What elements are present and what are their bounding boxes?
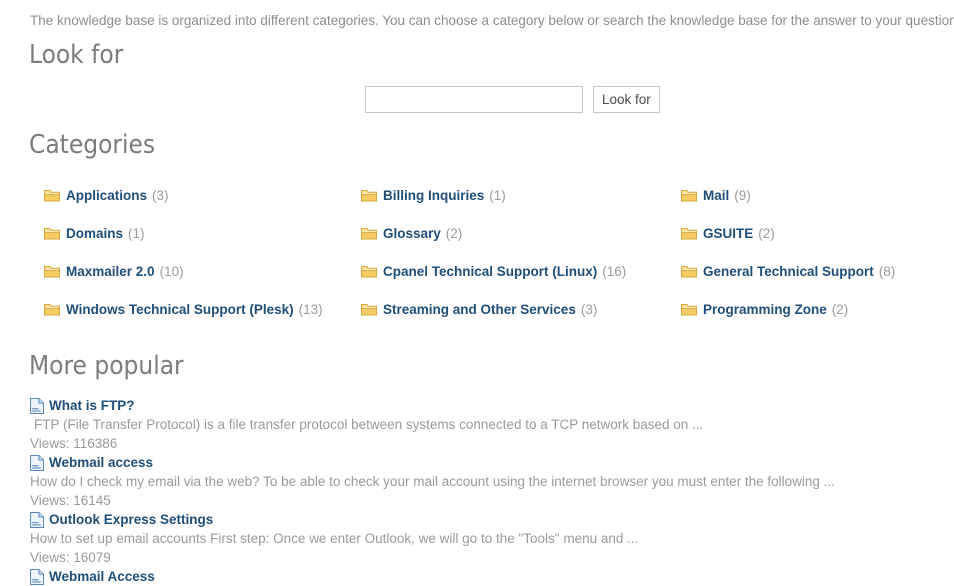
category-count: (13) (298, 301, 323, 317)
folder-icon (361, 303, 377, 316)
category-row: Windows Technical Support (Plesk) (13) Str… (44, 300, 944, 338)
folder-icon (681, 265, 697, 278)
article-views: Views: 16079 (30, 550, 111, 565)
category-link[interactable]: Programming Zone (703, 302, 827, 317)
folder-icon (361, 189, 377, 202)
folder-icon (44, 303, 60, 316)
folder-icon (681, 189, 697, 202)
category-link[interactable]: Applications (66, 188, 147, 203)
category-row: Domains (1) Glossary (2) GSUITE (2) (44, 224, 944, 262)
article-title-link[interactable]: Webmail access (49, 455, 153, 470)
categories-heading: Categories (29, 130, 156, 160)
category-link[interactable]: Billing Inquiries (383, 188, 484, 203)
article-item: What is FTP? FTP (File Transfer Protocol)… (30, 396, 940, 453)
article-header: Outlook Express Settings (30, 510, 940, 529)
article-item: Webmail access How do I check my email vi… (30, 453, 940, 510)
category-link[interactable]: Streaming and Other Services (383, 302, 576, 317)
category-link[interactable]: GSUITE (703, 226, 753, 241)
folder-icon (361, 265, 377, 278)
category-item[interactable]: Mail (9) (681, 186, 944, 204)
category-link[interactable]: Glossary (383, 226, 441, 241)
folder-icon (44, 189, 60, 202)
article-description: How to set up email accounts First step:… (30, 531, 639, 546)
category-count: (2) (831, 301, 849, 317)
category-link[interactable]: Mail (703, 188, 729, 203)
category-link[interactable]: Maxmailer 2.0 (66, 264, 155, 279)
category-link[interactable]: Windows Technical Support (Plesk) (66, 302, 294, 317)
category-item[interactable]: Applications (3) (44, 186, 361, 204)
article-description: How do I check my email via the web? To … (30, 474, 835, 489)
category-item[interactable]: Domains (1) (44, 224, 361, 242)
article-header: Webmail access (30, 453, 940, 472)
category-count: (3) (580, 301, 598, 317)
categories-grid: Applications (3) Billing Inquiries (1) Mail (… (44, 186, 944, 338)
category-row: Maxmailer 2.0 (10) Cpanel Technical Suppor… (44, 262, 944, 300)
category-item[interactable]: Cpanel Technical Support (Linux) (16) (361, 262, 681, 280)
category-item[interactable]: GSUITE (2) (681, 224, 944, 242)
folder-icon (44, 265, 60, 278)
folder-icon (44, 227, 60, 240)
document-icon (30, 397, 44, 414)
look-for-heading: Look for (29, 40, 124, 70)
category-link[interactable]: General Technical Support (703, 264, 874, 279)
article-views: Views: 116386 (30, 436, 118, 451)
category-count: (10) (159, 263, 184, 279)
intro-text: The knowledge base is organized into dif… (30, 13, 954, 28)
category-count: (8) (878, 263, 896, 279)
category-item[interactable]: General Technical Support (8) (681, 262, 944, 280)
article-item: Outlook Express Settings How to set up em… (30, 510, 940, 567)
look-for-button[interactable]: Look for (593, 86, 660, 113)
category-row: Applications (3) Billing Inquiries (1) Mail (… (44, 186, 944, 224)
category-item[interactable]: Windows Technical Support (Plesk) (13) (44, 300, 361, 318)
category-link[interactable]: Cpanel Technical Support (Linux) (383, 264, 597, 279)
category-item[interactable]: Billing Inquiries (1) (361, 186, 681, 204)
document-icon (30, 454, 44, 471)
category-item[interactable]: Glossary (2) (361, 224, 681, 242)
popular-articles-list: What is FTP? FTP (File Transfer Protocol)… (30, 396, 940, 586)
search-form: Look for (365, 86, 660, 113)
article-views: Views: 16145 (30, 493, 111, 508)
article-header: What is FTP? (30, 396, 940, 415)
search-input[interactable] (365, 86, 583, 113)
category-item[interactable]: Maxmailer 2.0 (10) (44, 262, 361, 280)
category-count: (2) (445, 225, 463, 241)
document-icon (30, 511, 44, 528)
article-description: FTP (File Transfer Protocol) is a file t… (34, 417, 704, 432)
knowledge-base-page: The knowledge base is organized into dif… (0, 0, 954, 585)
category-item[interactable]: Streaming and Other Services (3) (361, 300, 681, 318)
category-item[interactable]: Programming Zone (2) (681, 300, 944, 318)
category-count: (1) (128, 225, 145, 241)
article-title-link[interactable]: What is FTP? (49, 398, 135, 413)
category-count: (9) (734, 187, 751, 203)
category-count: (1) (489, 187, 506, 203)
category-link[interactable]: Domains (66, 226, 123, 241)
folder-icon (681, 227, 697, 240)
category-count: (16) (602, 263, 627, 279)
more-popular-heading: More popular (29, 351, 184, 381)
folder-icon (681, 303, 697, 316)
category-count: (2) (758, 225, 775, 241)
article-title-link[interactable]: Outlook Express Settings (49, 512, 213, 527)
folder-icon (361, 227, 377, 240)
category-count: (3) (152, 187, 169, 203)
